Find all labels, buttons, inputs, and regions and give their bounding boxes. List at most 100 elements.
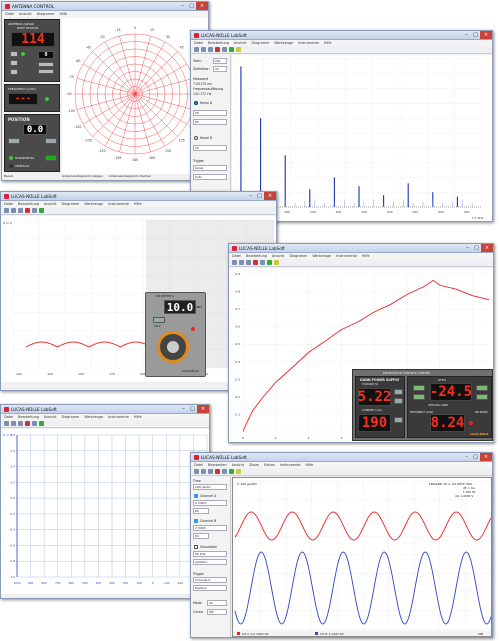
run-icon[interactable] [229, 469, 234, 474]
settings-icon[interactable] [236, 47, 241, 52]
menu-item-2[interactable]: Ansicht [44, 415, 57, 419]
menu-item-0[interactable]: Datei [232, 254, 241, 258]
menu-item-1[interactable]: Bearbeitung [18, 415, 39, 419]
menu-item-0[interactable]: Datei [4, 202, 13, 206]
meter-dial[interactable] [157, 331, 189, 363]
menu-item-2[interactable]: Ansicht [44, 202, 57, 206]
minimize-button[interactable]: – [179, 405, 188, 413]
show-diagram-option[interactable]: Antennendiagramm zeigen [62, 174, 103, 180]
channel-b-radio[interactable] [194, 136, 198, 140]
menu-item-4[interactable]: Extras [264, 463, 275, 467]
minimize-button[interactable]: – [462, 453, 471, 461]
current-button[interactable] [394, 417, 403, 423]
menu-item-4[interactable]: Werkzeuge [274, 41, 293, 45]
mode-button-2[interactable] [10, 60, 18, 66]
menu-item-4[interactable]: Werkzeuge [84, 415, 103, 419]
title-bar[interactable]: ANTENNA CONTROL – □ × [2, 2, 208, 11]
menu-item-3[interactable]: Diagramm [61, 415, 79, 419]
channel-a-select[interactable]: 2V [193, 110, 227, 116]
new-icon[interactable] [194, 47, 199, 52]
attn-down-button[interactable] [413, 394, 425, 400]
menu-item-2[interactable]: Ansicht [272, 254, 285, 258]
settings-icon[interactable] [236, 469, 241, 474]
simulation-mode[interactable]: Addition [193, 559, 227, 565]
menu-item-2[interactable]: Ansicht [234, 41, 247, 45]
menu-item-6[interactable]: Hilfe [134, 202, 142, 206]
menu-item-1[interactable]: Bearbeitung [18, 202, 39, 206]
menu-item-3[interactable]: Hilfe [59, 12, 67, 16]
horizontal-toggle[interactable] [45, 155, 57, 161]
delete-icon[interactable] [215, 47, 220, 52]
mode-button-1[interactable] [10, 51, 18, 57]
menu-item-5[interactable]: Instrumente [280, 463, 301, 467]
title-bar[interactable]: LUCAS-NÜLLE LabSoft – □ × [229, 244, 493, 253]
minimize-button[interactable]: – [178, 2, 187, 10]
cursor-select[interactable]: Off [207, 609, 227, 615]
minimize-button[interactable]: – [462, 31, 471, 39]
menu-item-6[interactable]: Hilfe [362, 254, 370, 258]
maximize-button[interactable]: □ [471, 453, 480, 461]
title-bar[interactable]: LUCAS-NÜLLE LabSoft – □ × [191, 453, 492, 462]
channel-a-coupling[interactable]: DC [193, 119, 227, 125]
minimize-button[interactable]: – [246, 192, 255, 200]
channel-a-radio[interactable] [194, 101, 198, 105]
voltage-up-button[interactable] [394, 389, 403, 395]
menu-item-0[interactable]: Datei [194, 463, 203, 467]
time-factor-input[interactable]: 10 [213, 66, 227, 72]
position-left-button[interactable] [8, 138, 20, 144]
print-icon[interactable] [32, 421, 37, 426]
menu-item-3[interactable]: Diagramm [251, 41, 269, 45]
side-button-2[interactable] [476, 394, 488, 400]
close-button[interactable]: × [480, 31, 492, 39]
attn-up-button[interactable] [413, 385, 425, 391]
delete-icon[interactable] [25, 208, 30, 213]
close-button[interactable]: × [196, 2, 208, 10]
maximize-button[interactable]: □ [255, 192, 264, 200]
print-icon[interactable] [260, 260, 265, 265]
save-icon[interactable] [18, 421, 23, 426]
title-bar[interactable]: LUCAS-NÜLLE LabSoft – □ × [191, 31, 492, 40]
menu-item-1[interactable]: Bearbeiten [208, 463, 227, 467]
channel-a-checkbox[interactable] [194, 494, 198, 498]
mode-select[interactable]: AC [207, 600, 227, 606]
menu-item-2[interactable]: Ansicht [232, 463, 245, 467]
new-icon[interactable] [232, 260, 237, 265]
print-icon[interactable] [222, 47, 227, 52]
menu-item-1[interactable]: Ansicht [19, 12, 32, 16]
trigger-select[interactable]: Kanal [193, 165, 227, 171]
title-bar[interactable]: LUCAS-NÜLLE LabSoft – □ × [1, 405, 209, 414]
title-bar[interactable]: LUCAS-NÜLLE LabSoft – □ × [1, 192, 276, 201]
menu-item-6[interactable]: Hilfe [134, 415, 142, 419]
save-icon[interactable] [246, 260, 251, 265]
menu-item-4[interactable]: Werkzeuge [312, 254, 331, 258]
menu-item-3[interactable]: Diagramm [61, 202, 79, 206]
menu-item-3[interactable]: Diagramm [289, 254, 307, 258]
close-button[interactable]: × [481, 244, 493, 252]
new-icon[interactable] [194, 469, 199, 474]
run-icon[interactable] [229, 47, 234, 52]
menu-item-0[interactable]: Datei [194, 41, 203, 45]
close-button[interactable]: × [480, 453, 492, 461]
print-icon[interactable] [32, 208, 37, 213]
channel-b-checkbox[interactable] [194, 519, 198, 523]
open-icon[interactable] [201, 47, 206, 52]
delete-icon[interactable] [215, 469, 220, 474]
clear-diagram-option[interactable]: Antennendiagramm löschen [109, 174, 151, 180]
delete-icon[interactable] [25, 421, 30, 426]
delete-icon[interactable] [253, 260, 258, 265]
channel-b-select[interactable]: 2V [193, 145, 227, 151]
voltage-down-button[interactable] [394, 398, 403, 404]
menu-item-3[interactable]: Zoom [249, 463, 259, 467]
trigger-mode[interactable]: Auto [193, 174, 227, 180]
menu-item-1[interactable]: Bearbeitung [246, 254, 267, 258]
save-icon[interactable] [208, 469, 213, 474]
menu-item-6[interactable]: Hilfe [324, 41, 332, 45]
trigger-select[interactable]: Channel A [193, 577, 227, 583]
menu-item-1[interactable]: Bearbeitung [208, 41, 229, 45]
menu-item-5[interactable]: Instrumente [108, 202, 129, 206]
step-down-button[interactable] [38, 69, 54, 74]
channel-a-select[interactable]: 2 V/DIV [193, 500, 227, 506]
settings-icon[interactable] [274, 260, 279, 265]
close-button[interactable]: × [197, 405, 209, 413]
menu-item-5[interactable]: Instrumente [108, 415, 129, 419]
